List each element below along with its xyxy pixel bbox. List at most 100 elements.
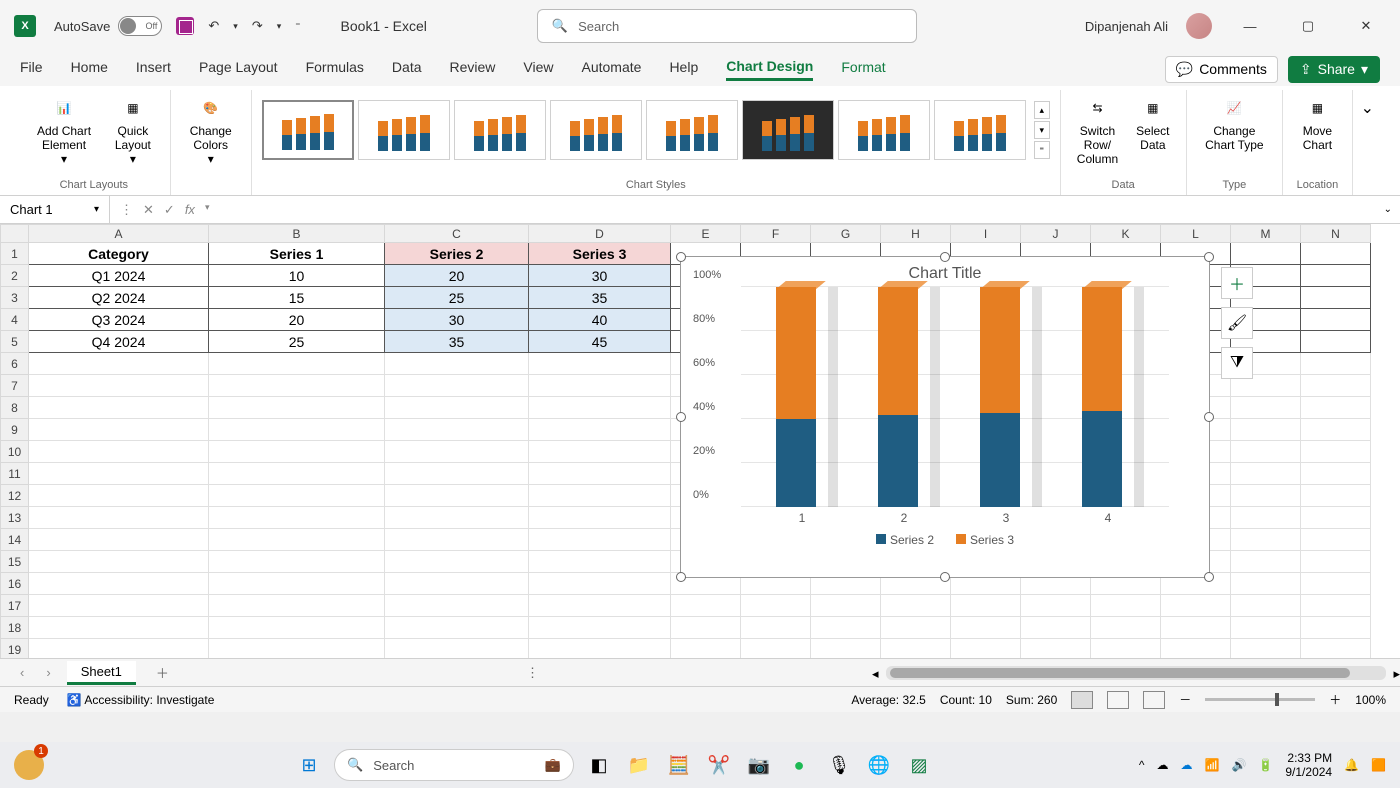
page-break-view-button[interactable] [1143, 691, 1165, 709]
name-box[interactable]: Chart 1▾ [0, 196, 110, 223]
col-header-B[interactable]: B [209, 225, 385, 243]
cell-N17[interactable] [1301, 595, 1371, 617]
row-header-19[interactable]: 19 [1, 639, 29, 659]
switch-row-column-button[interactable]: ⇆ Switch Row/ Column [1071, 90, 1124, 170]
cell-M18[interactable] [1231, 617, 1301, 639]
row-header-3[interactable]: 3 [1, 287, 29, 309]
cell-N19[interactable] [1301, 639, 1371, 659]
chart-bar-1[interactable] [776, 287, 828, 507]
cell-E17[interactable] [671, 595, 741, 617]
cell-J18[interactable] [1021, 617, 1091, 639]
undo-icon[interactable]: ↶ [208, 18, 219, 34]
onedrive-icon[interactable]: ☁ [1181, 758, 1193, 772]
cell-D8[interactable] [529, 397, 671, 419]
move-chart-button[interactable]: ▦ Move Chart [1293, 90, 1341, 170]
cell-N8[interactable] [1301, 397, 1371, 419]
cell-G19[interactable] [811, 639, 881, 659]
cell-B2[interactable]: 10 [209, 265, 385, 287]
accessibility-status[interactable]: ♿ Accessibility: Investigate [67, 693, 215, 707]
tab-help[interactable]: Help [669, 59, 698, 79]
cell-I19[interactable] [951, 639, 1021, 659]
row-header-16[interactable]: 16 [1, 573, 29, 595]
col-header-I[interactable]: I [951, 225, 1021, 243]
cell-D16[interactable] [529, 573, 671, 595]
cell-M19[interactable] [1231, 639, 1301, 659]
horizontal-scrollbar[interactable]: ◂▸ [886, 666, 1386, 680]
chart-style-4[interactable] [550, 100, 642, 160]
cell-L19[interactable] [1161, 639, 1231, 659]
cell-B17[interactable] [209, 595, 385, 617]
chart-filters-button[interactable]: ⧩ [1221, 347, 1253, 379]
row-header-4[interactable]: 4 [1, 309, 29, 331]
sheet-next-icon[interactable]: › [40, 665, 56, 680]
tab-data[interactable]: Data [392, 59, 422, 79]
cell-C5[interactable]: 35 [385, 331, 529, 353]
cell-L17[interactable] [1161, 595, 1231, 617]
cell-A13[interactable] [29, 507, 209, 529]
cell-M10[interactable] [1231, 441, 1301, 463]
calculator-icon[interactable]: 🧮 [664, 750, 694, 780]
cell-C19[interactable] [385, 639, 529, 659]
cell-M1[interactable] [1231, 243, 1301, 265]
tab-page-layout[interactable]: Page Layout [199, 59, 278, 79]
redo-chevron-icon[interactable]: ▾ [277, 21, 282, 32]
cell-B6[interactable] [209, 353, 385, 375]
styles-scroll-up[interactable]: ▴ [1034, 101, 1050, 119]
spotify-icon[interactable]: ● [784, 750, 814, 780]
cell-D4[interactable]: 40 [529, 309, 671, 331]
cell-D11[interactable] [529, 463, 671, 485]
notifications-icon[interactable]: 🔔 [1344, 758, 1359, 772]
normal-view-button[interactable] [1071, 691, 1093, 709]
row-header-12[interactable]: 12 [1, 485, 29, 507]
cell-A16[interactable] [29, 573, 209, 595]
cell-N10[interactable] [1301, 441, 1371, 463]
autosave[interactable]: AutoSave Off [54, 16, 162, 36]
cell-C1[interactable]: Series 2 [385, 243, 529, 265]
cell-N4[interactable] [1301, 309, 1371, 331]
col-header-D[interactable]: D [529, 225, 671, 243]
cell-I18[interactable] [951, 617, 1021, 639]
cell-C10[interactable] [385, 441, 529, 463]
cell-B11[interactable] [209, 463, 385, 485]
col-header-L[interactable]: L [1161, 225, 1231, 243]
cell-A6[interactable] [29, 353, 209, 375]
row-header-8[interactable]: 8 [1, 397, 29, 419]
cell-N2[interactable] [1301, 265, 1371, 287]
start-button[interactable]: ⊞ [294, 750, 324, 780]
cell-H18[interactable] [881, 617, 951, 639]
cell-K18[interactable] [1091, 617, 1161, 639]
formula-expand-icon[interactable]: ⌄ [1376, 204, 1400, 215]
clock[interactable]: 2:33 PM 9/1/2024 [1285, 751, 1332, 780]
row-header-1[interactable]: 1 [1, 243, 29, 265]
weather-icon[interactable]: ☁ [1157, 758, 1169, 772]
cell-N18[interactable] [1301, 617, 1371, 639]
tab-chart-design[interactable]: Chart Design [726, 58, 813, 81]
cell-M11[interactable] [1231, 463, 1301, 485]
add-sheet-button[interactable]: ＋ [146, 663, 179, 682]
cell-B13[interactable] [209, 507, 385, 529]
chart-bar-4[interactable] [1082, 287, 1134, 507]
row-header-9[interactable]: 9 [1, 419, 29, 441]
cell-M9[interactable] [1231, 419, 1301, 441]
cell-C14[interactable] [385, 529, 529, 551]
cell-A1[interactable]: Category [29, 243, 209, 265]
tab-automate[interactable]: Automate [582, 59, 642, 79]
cell-A9[interactable] [29, 419, 209, 441]
tab-format[interactable]: Format [841, 59, 885, 79]
confirm-icon[interactable]: ✓ [164, 202, 175, 218]
cell-C13[interactable] [385, 507, 529, 529]
cell-M13[interactable] [1231, 507, 1301, 529]
chart-style-6[interactable] [742, 100, 834, 160]
cell-M16[interactable] [1231, 573, 1301, 595]
row-header-17[interactable]: 17 [1, 595, 29, 617]
qat-customize-icon[interactable]: ⁼ [295, 21, 300, 32]
legend-item[interactable]: Series 3 [956, 533, 1014, 547]
cell-A2[interactable]: Q1 2024 [29, 265, 209, 287]
taskbar-search[interactable]: 🔍 Search💼 [334, 749, 574, 781]
chart-style-7[interactable] [838, 100, 930, 160]
cell-D14[interactable] [529, 529, 671, 551]
share-button[interactable]: ⇪ Share ▾ [1288, 56, 1380, 83]
tab-formulas[interactable]: Formulas [306, 59, 364, 79]
quick-layout-button[interactable]: ▦ Quick Layout ▾ [106, 90, 160, 170]
cell-A18[interactable] [29, 617, 209, 639]
